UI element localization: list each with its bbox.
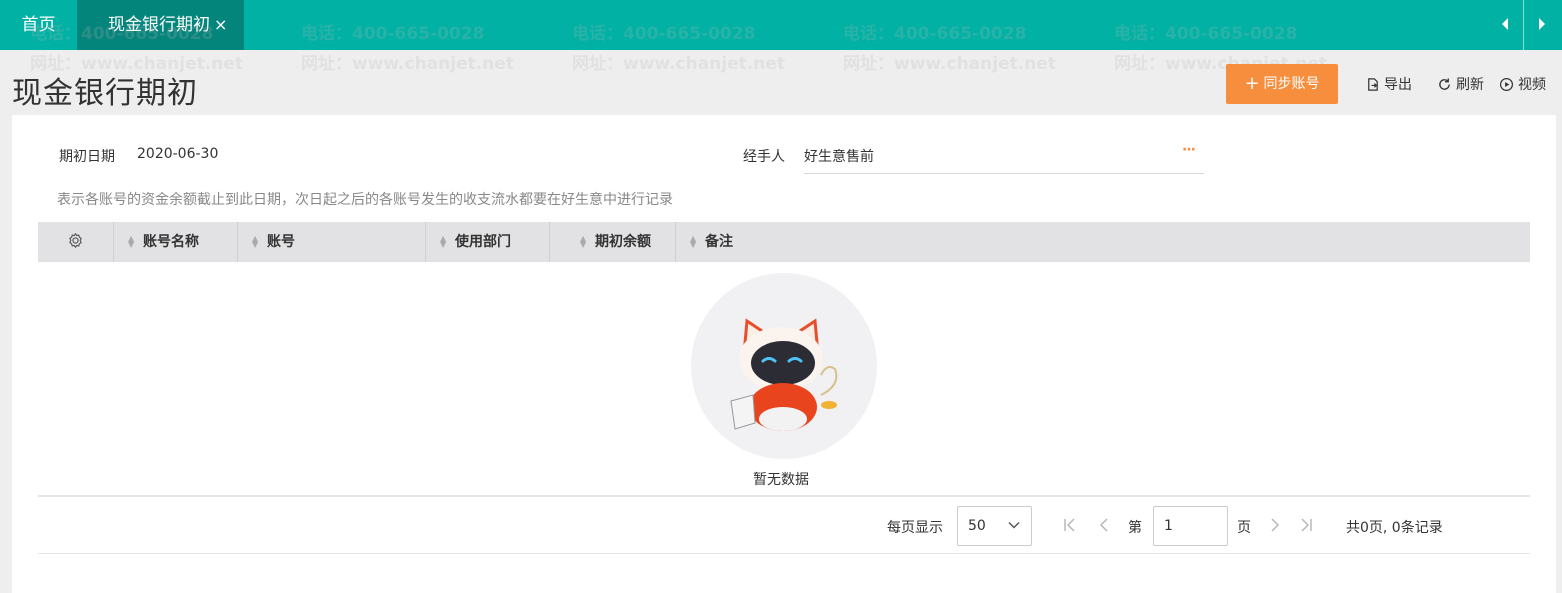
divider: [38, 553, 1530, 554]
close-icon[interactable]: ×: [214, 15, 227, 34]
last-page-button[interactable]: [1298, 517, 1314, 537]
first-page-button[interactable]: [1062, 517, 1078, 537]
video-label: 视频: [1518, 77, 1546, 93]
export-button[interactable]: 导出: [1365, 75, 1412, 95]
watermark-text: 网址：www.chanjet.net: [843, 54, 1056, 74]
empty-state-text: 暂无数据: [753, 472, 809, 488]
sort-icon: ▲ ▼: [128, 234, 135, 249]
opening-date-label: 期初日期: [59, 149, 115, 165]
chevron-left-icon: [1099, 518, 1108, 532]
export-label: 导出: [1384, 77, 1412, 93]
main-panel: 期初日期 2020-06-30 经手人 好生意售前 ··· 表示各账号的资金余额…: [12, 115, 1556, 593]
sort-icon: ▲ ▼: [252, 234, 259, 249]
refresh-label: 刷新: [1456, 77, 1484, 93]
tab-scroll-left-button[interactable]: [1487, 0, 1523, 50]
opening-date-value[interactable]: 2020-06-30: [137, 146, 218, 162]
column-label: 账号: [267, 234, 295, 250]
tab-bar: 首页 现金银行期初 ×: [0, 0, 1562, 50]
column-settings-button[interactable]: [38, 222, 114, 262]
column-label: 期初余额: [595, 234, 651, 250]
refresh-icon: [1439, 78, 1450, 90]
handler-label: 经手人: [743, 149, 785, 165]
sync-account-label: 同步账号: [1263, 76, 1320, 92]
gear-icon: [69, 233, 82, 248]
per-page-label: 每页显示: [887, 520, 943, 536]
column-header-account[interactable]: ▲ ▼ 账号: [238, 222, 426, 262]
sort-icon: ▲ ▼: [690, 234, 697, 249]
export-icon: [1368, 78, 1378, 91]
sort-icon: ▲ ▼: [440, 234, 447, 249]
chevron-right-icon: [1271, 518, 1280, 532]
page-prefix-label: 第: [1128, 520, 1142, 536]
tab-label: 现金银行期初: [108, 15, 210, 35]
column-label: 使用部门: [455, 234, 511, 250]
previous-page-button[interactable]: [1096, 517, 1112, 537]
watermark-text: 网址：www.chanjet.net: [572, 54, 785, 74]
empty-state-illustration: [691, 273, 877, 459]
handler-field[interactable]: 好生意售前: [804, 146, 874, 166]
last-page-icon: [1301, 518, 1312, 532]
video-button[interactable]: 视频: [1499, 75, 1546, 95]
column-header-remark[interactable]: ▲ ▼ 备注: [676, 222, 876, 262]
tab-home[interactable]: 首页: [0, 0, 77, 50]
page-number-input[interactable]: [1153, 506, 1228, 546]
per-page-select[interactable]: 50: [957, 506, 1032, 546]
play-circle-icon: [1499, 77, 1514, 92]
caret-left-icon: [1502, 18, 1508, 30]
tab-scroll-right-button[interactable]: [1524, 0, 1560, 50]
watermark-text: 网址：www.chanjet.net: [301, 54, 514, 74]
table-header: ▲ ▼ 账号名称 ▲ ▼ 账号 ▲ ▼ 使用部门 ▲ ▼ 期初余额 ▲ ▼ 备注: [38, 222, 1530, 262]
pagination-total: 共0页, 0条记录: [1346, 520, 1443, 536]
mascot-icon: [730, 318, 838, 431]
next-page-button[interactable]: [1267, 517, 1283, 537]
caret-right-icon: [1539, 18, 1545, 30]
per-page-value: 50: [968, 518, 986, 534]
handler-underline: [804, 173, 1204, 174]
more-icon[interactable]: ···: [1182, 142, 1196, 158]
column-header-account-name[interactable]: ▲ ▼ 账号名称: [114, 222, 238, 262]
sync-account-button[interactable]: + 同步账号: [1226, 64, 1338, 104]
column-header-department[interactable]: ▲ ▼ 使用部门: [426, 222, 550, 262]
column-header-opening-balance[interactable]: ▲ ▼ 期初余额: [550, 222, 676, 262]
refresh-button[interactable]: 刷新: [1437, 75, 1484, 95]
date-hint-text: 表示各账号的资金余额截止到此日期，次日起之后的各账号发生的收支流水都要在好生意中…: [57, 192, 673, 208]
tab-cash-bank-opening[interactable]: 现金银行期初 ×: [77, 0, 244, 50]
plus-icon: +: [1244, 73, 1260, 94]
column-label: 账号名称: [143, 234, 199, 250]
chevron-down-icon: [1007, 507, 1021, 545]
sort-icon: ▲ ▼: [580, 234, 587, 249]
first-page-icon: [1064, 518, 1075, 532]
column-label: 备注: [705, 234, 733, 250]
page-title: 现金银行期初: [12, 76, 198, 111]
page-suffix-label: 页: [1237, 520, 1251, 536]
table-bottom-border: [38, 495, 1530, 497]
